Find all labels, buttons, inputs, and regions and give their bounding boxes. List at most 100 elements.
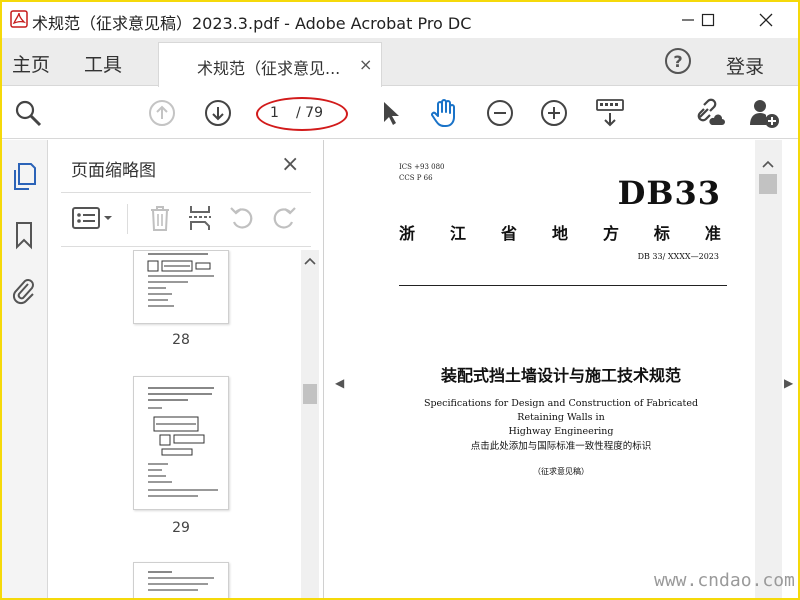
document-title-cn: 装配式挡土墙设计与施工技术规范 xyxy=(440,366,681,385)
page-thumbnail[interactable] xyxy=(133,376,229,510)
zoom-in-button[interactable] xyxy=(538,97,570,129)
thumbnail-page-number: 28 xyxy=(172,332,190,348)
cursor-arrow-icon xyxy=(384,102,399,125)
heading-char: 准 xyxy=(704,224,721,243)
delete-page-button[interactable] xyxy=(145,202,175,234)
document-title-en: Specifications for Design and Constructi… xyxy=(401,397,721,439)
draft-label: （征求意见稿） xyxy=(533,467,589,476)
menu-tools[interactable]: 工具 xyxy=(84,50,122,77)
heading-char: 方 xyxy=(602,224,619,243)
scrollbar-thumb[interactable] xyxy=(303,384,317,404)
add-user-button[interactable] xyxy=(748,97,780,129)
panel-title: 页面缩略图 xyxy=(71,161,156,181)
site-watermark: www.cndao.com xyxy=(654,570,795,591)
keyboard-tool-button[interactable] xyxy=(594,97,626,129)
heading-char: 江 xyxy=(449,224,466,243)
rotate-right-icon xyxy=(273,207,296,229)
zoom-search-button[interactable] xyxy=(12,97,44,129)
thumbnail-list: 28 29 xyxy=(49,250,299,598)
tab-close-button[interactable]: × xyxy=(359,55,372,74)
next-page-button[interactable] xyxy=(202,97,234,129)
thumbnails-scrollbar[interactable] xyxy=(301,250,319,598)
ics-classification: ICS +93 080 CCS P 66 xyxy=(399,162,445,184)
options-list-icon xyxy=(72,207,112,229)
expand-right-panel-icon: ▶ xyxy=(784,376,794,390)
share-link-button[interactable] xyxy=(694,97,726,129)
thumbnail-page-number: 29 xyxy=(172,520,190,536)
zoom-out-button[interactable] xyxy=(484,97,516,129)
document-tab-label: 术规范（征求意见... xyxy=(197,59,341,78)
standard-type-heading: 浙 江 省 地 方 标 准 xyxy=(399,220,721,244)
ccs-code: CCS P 66 xyxy=(399,174,433,182)
plus-circle-icon xyxy=(541,100,567,126)
main-toolbar: 1 / 79 xyxy=(2,87,798,139)
standard-number: DB 33/ XXXX—2023 xyxy=(637,252,719,261)
trash-icon xyxy=(151,206,169,231)
page-thumbnails-button[interactable] xyxy=(10,162,38,192)
panel-close-button[interactable]: × xyxy=(281,152,299,177)
scroll-up-icon xyxy=(304,257,316,265)
page-thumbnail[interactable] xyxy=(133,562,229,598)
heading-char: 省 xyxy=(500,224,517,243)
keyboard-icon xyxy=(596,99,624,127)
page-thumbnails-panel: 页面缩略图 × 28 29 xyxy=(49,140,324,598)
title-en-line: Specifications for Design and Constructi… xyxy=(423,398,699,423)
page-thumbnail[interactable] xyxy=(133,250,229,324)
maximize-icon xyxy=(701,13,715,27)
bookmark-icon xyxy=(16,222,32,250)
document-view: ◀ ICS +93 080 CCS P 66 DB33 浙 江 省 地 方 标 … xyxy=(325,140,755,598)
acrobat-app-icon xyxy=(10,10,28,28)
heading-char: 标 xyxy=(653,224,670,243)
title-bar: 术规范（征求意见稿）2023.3.pdf - Adobe Acrobat Pro… xyxy=(2,2,798,38)
login-button[interactable]: 登录 xyxy=(726,52,764,79)
paperclip-icon xyxy=(12,279,34,305)
help-button[interactable]: ? xyxy=(665,48,691,74)
right-panel-toggle[interactable]: ▶ xyxy=(782,140,798,598)
arrow-down-circle-icon xyxy=(205,100,231,126)
menu-tab-bar: 主页 工具 术规范（征求意见... × ? 登录 xyxy=(2,38,798,87)
panel-divider xyxy=(61,246,311,247)
title-en-line: Highway Engineering xyxy=(508,426,614,437)
document-tab[interactable]: 术规范（征求意见... × xyxy=(158,42,382,87)
thumbnail-options-button[interactable] xyxy=(71,202,115,234)
select-tool-button[interactable] xyxy=(374,97,406,129)
attachments-button[interactable] xyxy=(10,276,38,306)
maximize-button[interactable] xyxy=(688,6,728,34)
ics-code: ICS +93 080 xyxy=(399,163,445,171)
heading-char: 浙 xyxy=(399,224,416,243)
consistency-note: 点击此处添加与国际标准一致性程度的标识 xyxy=(470,441,652,452)
scroll-up-icon xyxy=(762,160,774,168)
cloud-link-icon xyxy=(697,98,725,125)
user-add-icon xyxy=(750,100,779,128)
hand-icon xyxy=(431,99,455,127)
page-preview xyxy=(148,571,214,591)
pages-copy-icon xyxy=(14,163,36,190)
navigation-rail xyxy=(2,140,48,598)
rotate-right-button[interactable] xyxy=(269,202,299,234)
rotate-left-icon xyxy=(230,207,253,229)
standard-code: DB33 xyxy=(617,174,721,212)
scrollbar-thumb[interactable] xyxy=(759,174,777,194)
page-preview xyxy=(147,253,214,307)
document-scrollbar[interactable] xyxy=(755,140,782,598)
page-preview xyxy=(148,387,218,497)
bookmarks-button[interactable] xyxy=(10,220,38,250)
panel-divider xyxy=(61,192,311,193)
heading-char: 地 xyxy=(551,224,568,243)
previous-page-button[interactable] xyxy=(146,97,178,129)
minus-circle-icon xyxy=(487,100,513,126)
hand-tool-button[interactable] xyxy=(428,97,460,129)
menu-home[interactable]: 主页 xyxy=(12,50,50,77)
toolbar-divider xyxy=(127,204,128,234)
acrobat-window: 术规范（征求意见稿）2023.3.pdf - Adobe Acrobat Pro… xyxy=(2,2,798,598)
pdf-page: ICS +93 080 CCS P 66 DB33 浙 江 省 地 方 标 准 … xyxy=(365,140,755,598)
close-window-button[interactable] xyxy=(746,6,786,34)
collapse-left-panel-icon[interactable]: ◀ xyxy=(335,376,344,390)
close-icon xyxy=(759,13,773,27)
extract-page-button[interactable] xyxy=(185,202,215,234)
magnifier-icon xyxy=(15,100,42,127)
rotate-left-button[interactable] xyxy=(227,202,257,234)
header-rule xyxy=(399,285,727,286)
split-page-icon xyxy=(189,206,211,230)
highlight-ellipse-annotation xyxy=(256,97,348,131)
